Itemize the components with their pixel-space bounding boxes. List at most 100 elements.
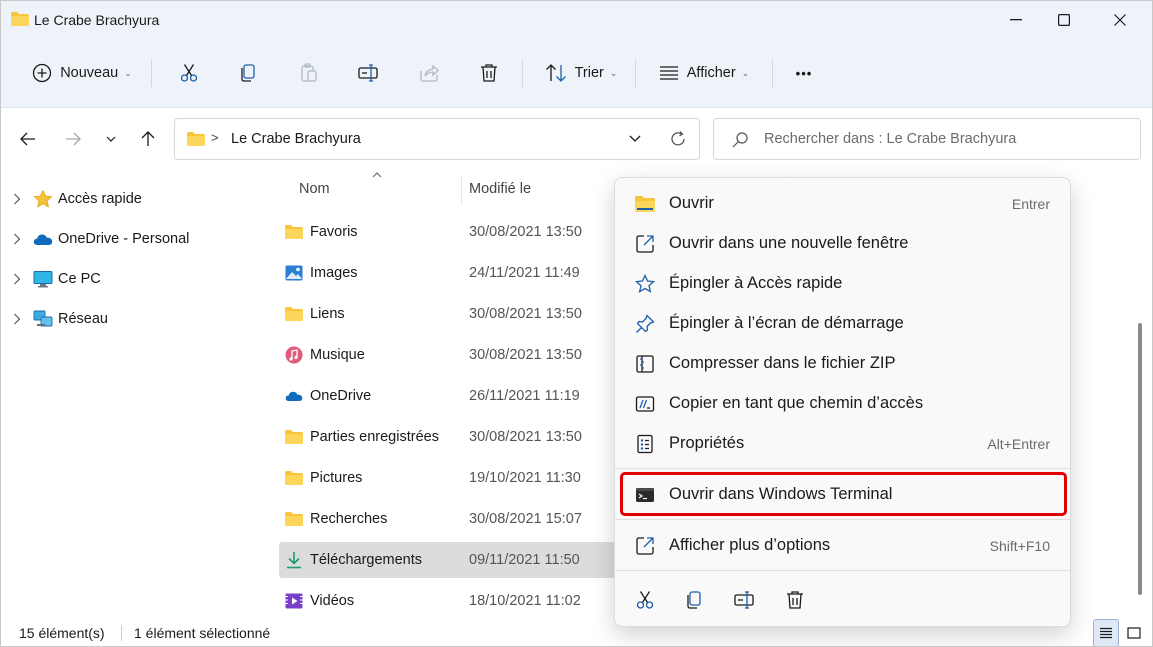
more-options-icon bbox=[636, 537, 654, 555]
chevron-down-icon: ⌄ bbox=[609, 67, 618, 78]
search-box[interactable]: Rechercher dans : Le Crabe Brachyura bbox=[713, 118, 1141, 160]
column-header-name[interactable]: Nom bbox=[299, 181, 330, 197]
nav-item-quick-access[interactable]: Accès rapide bbox=[1, 184, 251, 214]
search-icon bbox=[732, 132, 748, 148]
menu-rename-button[interactable] bbox=[727, 582, 763, 618]
folder-icon bbox=[285, 512, 303, 526]
back-button[interactable] bbox=[13, 124, 43, 154]
recent-locations-button[interactable] bbox=[97, 124, 125, 154]
chevron-right-icon[interactable] bbox=[13, 233, 21, 245]
details-view-button[interactable] bbox=[1093, 619, 1119, 646]
maximize-button[interactable] bbox=[1041, 1, 1087, 39]
nav-item-label: Ce PC bbox=[58, 271, 101, 287]
view-button-label: Afficher bbox=[686, 65, 736, 81]
menu-divider bbox=[615, 570, 1070, 571]
refresh-icon[interactable] bbox=[669, 130, 687, 148]
arrow-up-icon bbox=[141, 131, 155, 146]
list-view-icon bbox=[659, 66, 678, 80]
menu-item-open-new-window[interactable]: Ouvrir dans une nouvelle fenêtre bbox=[623, 224, 1064, 262]
menu-item-pin-quick-access[interactable]: Épingler à Accès rapide bbox=[623, 264, 1064, 302]
nav-item-this-pc[interactable]: Ce PC bbox=[1, 264, 251, 294]
navigation-pane: Accès rapide OneDrive - Personal Ce PC R… bbox=[1, 167, 259, 617]
folder-icon bbox=[285, 471, 303, 485]
scissors-icon bbox=[636, 591, 654, 609]
vertical-scrollbar[interactable] bbox=[1134, 173, 1148, 613]
chevron-right-icon[interactable] bbox=[13, 313, 21, 325]
file-row[interactable]: Images 24/11/2021 11:49 bbox=[279, 255, 615, 291]
sort-button[interactable]: Trier ⌄ bbox=[539, 55, 623, 91]
nav-item-onedrive[interactable]: OneDrive - Personal bbox=[1, 224, 251, 254]
forward-button[interactable] bbox=[58, 124, 88, 154]
arrow-left-icon bbox=[20, 132, 35, 146]
star-outline-icon bbox=[635, 274, 655, 293]
file-date: 18/10/2021 11:02 bbox=[469, 593, 581, 609]
new-button[interactable]: Nouveau ⌄ bbox=[23, 55, 141, 91]
properties-icon bbox=[637, 434, 653, 454]
title-bar: Le Crabe Brachyura bbox=[1, 1, 1152, 39]
menu-item-label: Épingler à l’écran de démarrage bbox=[669, 314, 904, 332]
nav-item-network[interactable]: Réseau bbox=[1, 304, 251, 334]
file-name: Recherches bbox=[310, 511, 388, 527]
menu-item-open-windows-terminal[interactable]: Ouvrir dans Windows Terminal bbox=[620, 472, 1067, 516]
file-row[interactable]: Parties enregistrées 30/08/2021 13:50 bbox=[279, 419, 615, 455]
menu-item-label: Propriétés bbox=[669, 434, 745, 452]
file-date: 24/11/2021 11:49 bbox=[469, 265, 580, 281]
file-row[interactable]: OneDrive 26/11/2021 11:19 bbox=[279, 378, 615, 414]
file-row[interactable]: Recherches 30/08/2021 15:07 bbox=[279, 501, 615, 537]
menu-item-shortcut: Alt+Entrer bbox=[987, 436, 1050, 452]
view-button[interactable]: Afficher ⌄ bbox=[651, 55, 757, 91]
more-options-button[interactable]: ••• bbox=[787, 55, 821, 91]
cloud-icon bbox=[33, 234, 53, 245]
tiles-view-button[interactable] bbox=[1121, 619, 1147, 646]
file-date: 30/08/2021 13:50 bbox=[469, 306, 582, 322]
menu-item-properties[interactable]: Propriétés Alt+Entrer bbox=[623, 424, 1064, 462]
maximize-icon bbox=[1058, 14, 1070, 26]
address-bar[interactable]: > Le Crabe Brachyura bbox=[174, 118, 700, 160]
folder-icon bbox=[285, 307, 303, 321]
file-row-selected[interactable]: Téléchargements 09/11/2021 11:50 bbox=[279, 542, 615, 578]
up-button[interactable] bbox=[133, 124, 163, 154]
paste-icon bbox=[301, 63, 317, 82]
delete-button[interactable] bbox=[473, 55, 505, 91]
column-divider[interactable] bbox=[461, 175, 462, 205]
new-button-label: Nouveau bbox=[60, 65, 119, 81]
menu-item-copy-path[interactable]: Copier en tant que chemin d’accès bbox=[623, 384, 1064, 422]
rename-icon bbox=[734, 591, 754, 609]
cut-button[interactable] bbox=[173, 55, 205, 91]
divider bbox=[635, 59, 636, 87]
close-button[interactable] bbox=[1097, 1, 1143, 39]
menu-item-open[interactable]: Ouvrir Entrer bbox=[623, 184, 1064, 222]
menu-item-pin-start[interactable]: Épingler à l’écran de démarrage bbox=[623, 304, 1064, 342]
share-icon bbox=[420, 64, 439, 82]
file-name: Parties enregistrées bbox=[310, 429, 439, 445]
file-row[interactable]: Vidéos 18/10/2021 11:02 bbox=[279, 583, 615, 619]
minimize-icon bbox=[1010, 19, 1022, 21]
rename-button[interactable] bbox=[353, 55, 385, 91]
plus-circle-icon bbox=[33, 63, 52, 83]
scrollbar-thumb[interactable] bbox=[1138, 323, 1142, 595]
file-row[interactable]: Pictures 19/10/2021 11:30 bbox=[279, 460, 615, 496]
pin-icon bbox=[636, 314, 655, 333]
menu-delete-button[interactable] bbox=[777, 582, 813, 618]
minimize-button[interactable] bbox=[993, 1, 1039, 39]
breadcrumb-current-folder[interactable]: Le Crabe Brachyura bbox=[231, 131, 361, 147]
file-row[interactable]: Liens 30/08/2021 13:50 bbox=[279, 296, 615, 332]
window-chrome: Le Crabe Brachyura Nouveau ⌄ Trier ⌄ Aff… bbox=[1, 1, 1152, 107]
menu-item-show-more-options[interactable]: Afficher plus d’options Shift+F10 bbox=[623, 526, 1064, 564]
chevron-right-icon[interactable] bbox=[13, 193, 21, 205]
file-row[interactable]: Musique 30/08/2021 13:50 bbox=[279, 337, 615, 373]
paste-button[interactable] bbox=[293, 55, 325, 91]
chevron-right-icon[interactable] bbox=[13, 273, 21, 285]
file-row[interactable]: Favoris 30/08/2021 13:50 bbox=[279, 214, 615, 250]
column-header-modified[interactable]: Modifié le bbox=[469, 181, 531, 197]
menu-item-label: Compresser dans le fichier ZIP bbox=[669, 354, 896, 372]
menu-copy-button[interactable] bbox=[677, 582, 713, 618]
menu-item-compress-zip[interactable]: Compresser dans le fichier ZIP bbox=[623, 344, 1064, 382]
nav-item-label: OneDrive - Personal bbox=[58, 231, 190, 247]
share-button[interactable] bbox=[413, 55, 445, 91]
copy-button[interactable] bbox=[233, 55, 265, 91]
menu-cut-button[interactable] bbox=[627, 582, 663, 618]
chevron-down-icon[interactable] bbox=[629, 135, 641, 143]
cloud-icon bbox=[285, 391, 303, 401]
video-icon bbox=[285, 593, 303, 609]
